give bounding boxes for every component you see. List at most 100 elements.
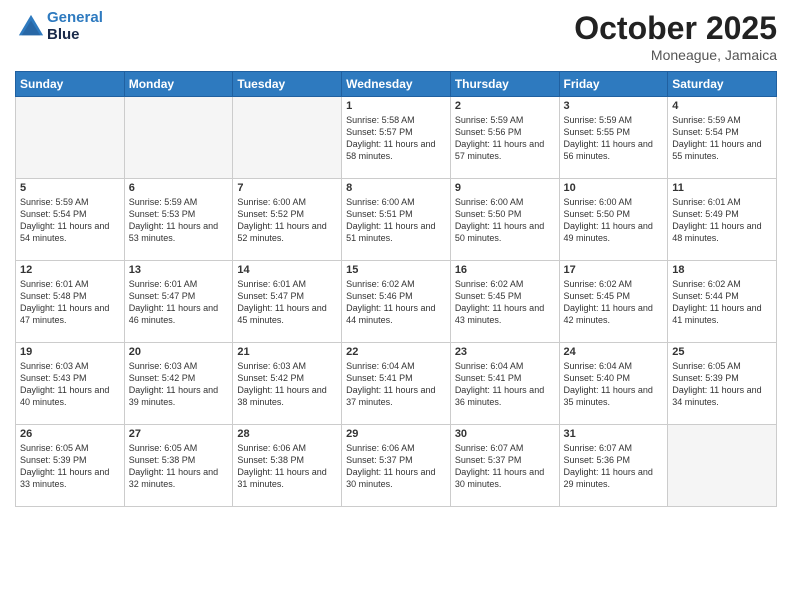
title-block: October 2025 Moneague, Jamaica <box>574 10 777 63</box>
day-number: 22 <box>346 346 446 358</box>
weekday-header-row: SundayMondayTuesdayWednesdayThursdayFrid… <box>16 72 777 97</box>
day-info: Sunrise: 6:01 AMSunset: 5:48 PMDaylight:… <box>20 278 120 327</box>
day-info: Sunrise: 6:00 AMSunset: 5:52 PMDaylight:… <box>237 196 337 245</box>
month-title: October 2025 <box>574 10 777 47</box>
day-number: 26 <box>20 428 120 440</box>
day-number: 13 <box>129 264 229 276</box>
day-number: 9 <box>455 182 555 194</box>
weekday-header-thursday: Thursday <box>450 72 559 97</box>
logo-icon <box>17 13 45 41</box>
day-cell: 24Sunrise: 6:04 AMSunset: 5:40 PMDayligh… <box>559 343 668 425</box>
calendar-table: SundayMondayTuesdayWednesdayThursdayFrid… <box>15 71 777 507</box>
day-number: 16 <box>455 264 555 276</box>
day-number: 23 <box>455 346 555 358</box>
day-info: Sunrise: 6:01 AMSunset: 5:47 PMDaylight:… <box>237 278 337 327</box>
day-cell: 8 Sunrise: 6:00 AMSunset: 5:51 PMDaylight… <box>342 179 451 261</box>
day-number: 1 <box>346 100 446 112</box>
day-number: 12 <box>20 264 120 276</box>
day-cell: 16Sunrise: 6:02 AMSunset: 5:45 PMDayligh… <box>450 261 559 343</box>
day-info: Sunrise: 6:02 AMSunset: 5:44 PMDaylight:… <box>672 278 772 327</box>
day-cell: 3 Sunrise: 5:59 AMSunset: 5:55 PMDaylight… <box>559 97 668 179</box>
day-number: 29 <box>346 428 446 440</box>
day-info: Sunrise: 6:05 AMSunset: 5:39 PMDaylight:… <box>20 442 120 491</box>
logo-blue: Blue <box>47 27 103 44</box>
logo: General Blue <box>15 10 103 43</box>
day-cell: 30 Sunrise: 6:07 AMSunset: 5:37 PMDayligh… <box>450 425 559 507</box>
day-number: 5 <box>20 182 120 194</box>
day-info: Sunrise: 6:07 AMSunset: 5:37 PMDaylight:… <box>455 442 555 491</box>
day-cell: 28 Sunrise: 6:06 AMSunset: 5:38 PMDayligh… <box>233 425 342 507</box>
day-cell <box>16 97 125 179</box>
day-cell: 27 Sunrise: 6:05 AMSunset: 5:38 PMDayligh… <box>124 425 233 507</box>
day-number: 2 <box>455 100 555 112</box>
week-row-2: 12 Sunrise: 6:01 AMSunset: 5:48 PMDayligh… <box>16 261 777 343</box>
day-number: 28 <box>237 428 337 440</box>
day-cell: 12 Sunrise: 6:01 AMSunset: 5:48 PMDayligh… <box>16 261 125 343</box>
day-cell: 9 Sunrise: 6:00 AMSunset: 5:50 PMDaylight… <box>450 179 559 261</box>
day-cell: 17Sunrise: 6:02 AMSunset: 5:45 PMDayligh… <box>559 261 668 343</box>
day-number: 30 <box>455 428 555 440</box>
day-cell: 2 Sunrise: 5:59 AMSunset: 5:56 PMDaylight… <box>450 97 559 179</box>
day-number: 18 <box>672 264 772 276</box>
day-number: 4 <box>672 100 772 112</box>
day-info: Sunrise: 5:59 AMSunset: 5:53 PMDaylight:… <box>129 196 229 245</box>
day-number: 19 <box>20 346 120 358</box>
day-number: 17 <box>564 264 664 276</box>
day-cell <box>668 425 777 507</box>
week-row-0: 1Sunrise: 5:58 AMSunset: 5:57 PMDaylight… <box>16 97 777 179</box>
day-info: Sunrise: 6:02 AMSunset: 5:46 PMDaylight:… <box>346 278 446 327</box>
day-cell: 5Sunrise: 5:59 AMSunset: 5:54 PMDaylight… <box>16 179 125 261</box>
day-number: 10 <box>564 182 664 194</box>
day-cell: 22Sunrise: 6:04 AMSunset: 5:41 PMDayligh… <box>342 343 451 425</box>
week-row-4: 26 Sunrise: 6:05 AMSunset: 5:39 PMDayligh… <box>16 425 777 507</box>
day-info: Sunrise: 6:01 AMSunset: 5:47 PMDaylight:… <box>129 278 229 327</box>
day-cell: 19 Sunrise: 6:03 AMSunset: 5:43 PMDayligh… <box>16 343 125 425</box>
day-cell <box>233 97 342 179</box>
day-cell: 20Sunrise: 6:03 AMSunset: 5:42 PMDayligh… <box>124 343 233 425</box>
day-cell: 4 Sunrise: 5:59 AMSunset: 5:54 PMDaylight… <box>668 97 777 179</box>
day-cell: 25 Sunrise: 6:05 AMSunset: 5:39 PMDayligh… <box>668 343 777 425</box>
header: General Blue October 2025 Moneague, Jama… <box>15 10 777 63</box>
day-info: Sunrise: 6:03 AMSunset: 5:43 PMDaylight:… <box>20 360 120 409</box>
day-cell <box>124 97 233 179</box>
day-info: Sunrise: 6:00 AMSunset: 5:50 PMDaylight:… <box>455 196 555 245</box>
day-info: Sunrise: 6:03 AMSunset: 5:42 PMDaylight:… <box>237 360 337 409</box>
day-info: Sunrise: 6:04 AMSunset: 5:41 PMDaylight:… <box>455 360 555 409</box>
day-cell: 23 Sunrise: 6:04 AMSunset: 5:41 PMDayligh… <box>450 343 559 425</box>
day-info: Sunrise: 6:06 AMSunset: 5:38 PMDaylight:… <box>237 442 337 491</box>
day-number: 3 <box>564 100 664 112</box>
weekday-header-tuesday: Tuesday <box>233 72 342 97</box>
day-info: Sunrise: 5:59 AMSunset: 5:54 PMDaylight:… <box>672 114 772 163</box>
weekday-header-sunday: Sunday <box>16 72 125 97</box>
weekday-header-monday: Monday <box>124 72 233 97</box>
day-info: Sunrise: 6:06 AMSunset: 5:37 PMDaylight:… <box>346 442 446 491</box>
week-row-3: 19 Sunrise: 6:03 AMSunset: 5:43 PMDayligh… <box>16 343 777 425</box>
day-cell: 1Sunrise: 5:58 AMSunset: 5:57 PMDaylight… <box>342 97 451 179</box>
location: Moneague, Jamaica <box>574 47 777 63</box>
day-number: 15 <box>346 264 446 276</box>
day-cell: 6 Sunrise: 5:59 AMSunset: 5:53 PMDaylight… <box>124 179 233 261</box>
day-cell: 11Sunrise: 6:01 AMSunset: 5:49 PMDayligh… <box>668 179 777 261</box>
day-info: Sunrise: 5:59 AMSunset: 5:56 PMDaylight:… <box>455 114 555 163</box>
day-number: 6 <box>129 182 229 194</box>
logo-general: General <box>47 9 103 26</box>
weekday-header-saturday: Saturday <box>668 72 777 97</box>
day-info: Sunrise: 6:04 AMSunset: 5:40 PMDaylight:… <box>564 360 664 409</box>
page: General Blue October 2025 Moneague, Jama… <box>0 0 792 612</box>
day-number: 31 <box>564 428 664 440</box>
day-info: Sunrise: 6:05 AMSunset: 5:39 PMDaylight:… <box>672 360 772 409</box>
day-number: 11 <box>672 182 772 194</box>
day-info: Sunrise: 5:59 AMSunset: 5:55 PMDaylight:… <box>564 114 664 163</box>
day-number: 25 <box>672 346 772 358</box>
day-number: 27 <box>129 428 229 440</box>
weekday-header-friday: Friday <box>559 72 668 97</box>
day-info: Sunrise: 6:05 AMSunset: 5:38 PMDaylight:… <box>129 442 229 491</box>
day-number: 8 <box>346 182 446 194</box>
day-cell: 29 Sunrise: 6:06 AMSunset: 5:37 PMDayligh… <box>342 425 451 507</box>
day-cell: 13 Sunrise: 6:01 AMSunset: 5:47 PMDayligh… <box>124 261 233 343</box>
day-info: Sunrise: 6:00 AMSunset: 5:50 PMDaylight:… <box>564 196 664 245</box>
day-info: Sunrise: 6:00 AMSunset: 5:51 PMDaylight:… <box>346 196 446 245</box>
day-cell: 26 Sunrise: 6:05 AMSunset: 5:39 PMDayligh… <box>16 425 125 507</box>
day-cell: 21Sunrise: 6:03 AMSunset: 5:42 PMDayligh… <box>233 343 342 425</box>
day-cell: 15 Sunrise: 6:02 AMSunset: 5:46 PMDayligh… <box>342 261 451 343</box>
